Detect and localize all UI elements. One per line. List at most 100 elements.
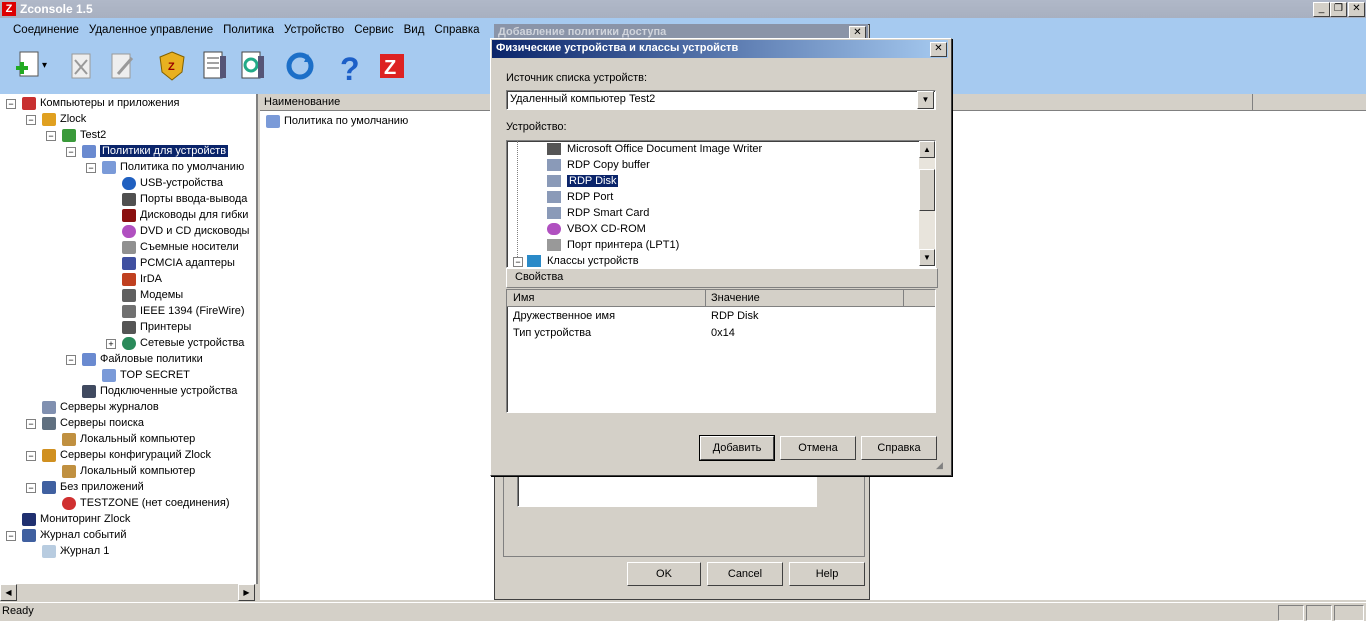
- new-icon[interactable]: ▾: [14, 48, 50, 84]
- menu-service[interactable]: Сервис: [349, 22, 398, 38]
- tree-item-floppy[interactable]: Дисководы для гибки: [122, 208, 248, 222]
- tree-item-root[interactable]: Компьютеры и приложения: [22, 96, 180, 110]
- tree-hscrollbar[interactable]: ◀ ▶: [0, 584, 256, 601]
- tree-item-top-secret[interactable]: TOP SECRET: [102, 368, 190, 382]
- tree-item-network[interactable]: Сетевые устройства: [122, 336, 244, 350]
- scroll-down-icon[interactable]: ▼: [919, 249, 935, 266]
- source-label: Источник списка устройств:: [506, 72, 648, 84]
- col-name-header[interactable]: Наименование: [264, 96, 340, 108]
- zlock-shield-icon[interactable]: Z: [154, 48, 190, 84]
- tree-collapse-file-policies[interactable]: −: [66, 355, 76, 365]
- menu-device[interactable]: Устройство: [279, 22, 349, 38]
- device-item[interactable]: VBOX CD-ROM: [547, 222, 646, 236]
- zconsole-icon[interactable]: Z: [374, 48, 410, 84]
- dialog-help-button[interactable]: Справка: [861, 436, 937, 460]
- dialog-close-icon[interactable]: ✕: [930, 42, 947, 57]
- tree-collapse-test2[interactable]: −: [46, 131, 56, 141]
- tree-collapse-zlock[interactable]: −: [26, 115, 36, 125]
- help-button[interactable]: Help: [789, 562, 865, 586]
- tree-item-ieee[interactable]: IEEE 1394 (FireWire): [122, 304, 245, 318]
- tree-item-local2[interactable]: Локальный компьютер: [62, 464, 195, 478]
- device-label: Устройство:: [506, 121, 567, 133]
- tree-collapse-no-apps[interactable]: −: [26, 483, 36, 493]
- scroll-right-icon[interactable]: ▶: [238, 584, 255, 601]
- menu-help[interactable]: Справка: [429, 22, 484, 38]
- minimize-button[interactable]: _: [1313, 2, 1330, 17]
- irda-icon: [122, 272, 136, 286]
- tree-item-connected[interactable]: Подключенные устройства: [82, 384, 237, 398]
- tree-item-usb[interactable]: USB-устройства: [122, 176, 223, 190]
- tree-item-testzone[interactable]: TESTZONE (нет соединения): [62, 496, 230, 510]
- tree-item-test2[interactable]: Test2: [62, 128, 106, 142]
- tree-item-irda[interactable]: IrDA: [122, 272, 162, 286]
- menu-remote[interactable]: Удаленное управление: [84, 22, 218, 38]
- tree-item-local1[interactable]: Локальный компьютер: [62, 432, 195, 446]
- scroll-thumb[interactable]: [919, 169, 935, 211]
- source-select[interactable]: Удаленный компьютер Test2 ▼: [506, 90, 936, 110]
- tree-item-device-policies[interactable]: Политики для устройств: [82, 144, 229, 158]
- help-icon[interactable]: ?: [334, 48, 370, 87]
- refresh-icon[interactable]: [282, 48, 318, 84]
- add-button[interactable]: Добавить: [699, 435, 775, 461]
- clipboard-icon: [547, 159, 561, 172]
- edit-icon[interactable]: [104, 48, 140, 84]
- tree-collapse-policies[interactable]: −: [66, 147, 76, 157]
- dialog-cancel-button[interactable]: Отмена: [780, 436, 856, 460]
- cancel-button[interactable]: Cancel: [707, 562, 783, 586]
- device-item[interactable]: RDP Smart Card: [547, 206, 649, 220]
- resize-grip-icon[interactable]: ◢: [936, 460, 946, 470]
- tree-expand-network[interactable]: +: [106, 339, 116, 349]
- tree-item-removable[interactable]: Съемные носители: [122, 240, 239, 254]
- device-item[interactable]: RDP Port: [547, 190, 613, 204]
- ok-button[interactable]: OK: [627, 562, 701, 586]
- tree-item-monitoring[interactable]: Мониторинг Zlock: [22, 512, 130, 526]
- tree-collapse-root[interactable]: −: [6, 99, 16, 109]
- status-bar: Ready: [0, 602, 1366, 621]
- tree-item-pcmcia[interactable]: PCMCIA адаптеры: [122, 256, 235, 270]
- tree-item-journal1[interactable]: Журнал 1: [42, 544, 109, 558]
- prop-value-header[interactable]: Значение: [711, 292, 760, 304]
- collapse-classes[interactable]: −: [513, 257, 523, 267]
- list-item-default-policy[interactable]: Политика по умолчанию: [266, 114, 408, 128]
- tree-item-modems[interactable]: Модемы: [122, 288, 183, 302]
- device-item[interactable]: Microsoft Office Document Image Writer: [547, 142, 762, 156]
- scroll-left-icon[interactable]: ◀: [0, 584, 17, 601]
- tree-item-dvd[interactable]: DVD и CD дисководы: [122, 224, 249, 238]
- tree-item-printers[interactable]: Принтеры: [122, 320, 191, 334]
- prop-value: 0x14: [711, 327, 735, 339]
- report-icon[interactable]: [196, 48, 232, 84]
- device-item[interactable]: RDP Copy buffer: [547, 158, 650, 172]
- menu-connection[interactable]: Соединение: [8, 22, 84, 38]
- properties-tab[interactable]: Свойства: [506, 268, 938, 288]
- menu-view[interactable]: Вид: [399, 22, 430, 38]
- restore-button[interactable]: ❐: [1330, 2, 1347, 17]
- device-item-classes[interactable]: Классы устройств: [527, 254, 639, 268]
- tree-collapse-default[interactable]: −: [86, 163, 96, 173]
- sync-config-icon[interactable]: [234, 48, 270, 84]
- device-item-selected[interactable]: RDP Disk: [547, 174, 620, 188]
- tree-collapse-events[interactable]: −: [6, 531, 16, 541]
- policy-doc-icon: [266, 114, 280, 128]
- tree-collapse-config[interactable]: −: [26, 451, 36, 461]
- tree-item-ports[interactable]: Порты ввода-вывода: [122, 192, 247, 206]
- dropdown-arrow-icon[interactable]: ▼: [917, 91, 934, 109]
- tree-item-config-servers[interactable]: Серверы конфигураций Zlock: [42, 448, 211, 462]
- device-tree[interactable]: Microsoft Office Document Image Writer R…: [506, 140, 936, 268]
- prop-name-header[interactable]: Имя: [513, 292, 534, 304]
- scroll-up-icon[interactable]: ▲: [919, 141, 935, 158]
- tree-item-zlock[interactable]: Zlock: [42, 112, 86, 126]
- back-dialog-field[interactable]: [517, 475, 817, 507]
- tree-collapse-search[interactable]: −: [26, 419, 36, 429]
- tree-item-search-servers[interactable]: Серверы поиска: [42, 416, 144, 430]
- close-button[interactable]: ✕: [1348, 2, 1365, 17]
- lpt-port-icon: [547, 239, 561, 252]
- delete-icon[interactable]: [64, 48, 100, 84]
- tree-item-log-servers[interactable]: Серверы журналов: [42, 400, 159, 414]
- device-item[interactable]: Порт принтера (LPT1): [547, 238, 679, 252]
- tree-item-no-apps[interactable]: Без приложений: [42, 480, 144, 494]
- tree-item-file-policies[interactable]: Файловые политики: [82, 352, 203, 366]
- tree-item-event-log[interactable]: Журнал событий: [22, 528, 126, 542]
- tree-item-default-policy[interactable]: Политика по умолчанию: [102, 160, 244, 174]
- menu-policy[interactable]: Политика: [218, 22, 279, 38]
- device-vscrollbar[interactable]: ▲ ▼: [919, 141, 935, 266]
